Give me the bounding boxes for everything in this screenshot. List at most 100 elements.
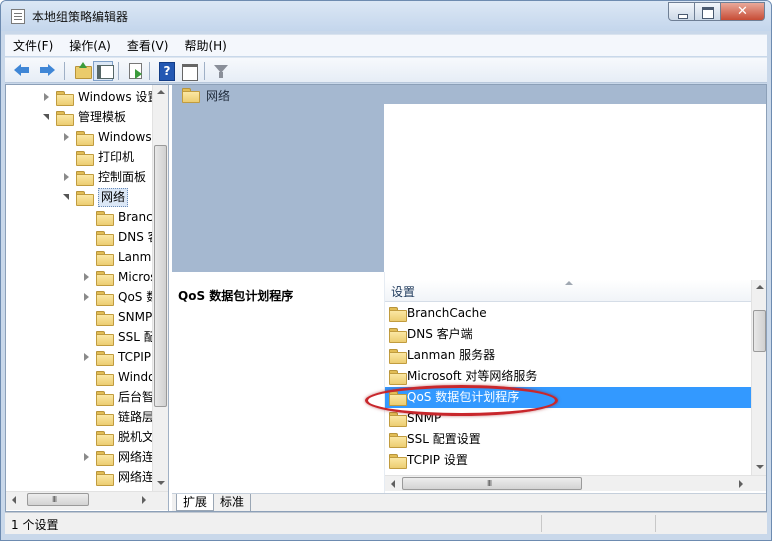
- tree-item[interactable]: Windows 即时连接: [82, 367, 168, 387]
- scroll-right-icon[interactable]: [136, 492, 152, 510]
- filter-icon[interactable]: [211, 61, 231, 81]
- tree-vertical-scrollbar[interactable]: [152, 85, 168, 491]
- minimize-button[interactable]: [668, 2, 695, 21]
- folder-icon: [56, 91, 74, 106]
- highlight-annotation: [365, 385, 558, 416]
- tree-item-label: 网络: [98, 188, 129, 207]
- tree-item[interactable]: BranchCache: [82, 207, 168, 227]
- collapsed-arrow-icon[interactable]: [62, 167, 72, 187]
- menu-view[interactable]: 查看(V): [119, 36, 177, 56]
- forward-arrow-icon[interactable]: [37, 61, 57, 81]
- tree-item[interactable]: Windows 设置: [42, 87, 159, 107]
- scroll-up-icon[interactable]: [153, 85, 168, 101]
- tree-item[interactable]: QoS 数据包计划程序: [82, 287, 168, 307]
- list-item[interactable]: TCPIP 设置: [385, 450, 751, 471]
- tree-item[interactable]: SNMP: [82, 307, 152, 327]
- tab-standard[interactable]: 标准: [214, 494, 252, 511]
- folder-icon: [389, 349, 407, 364]
- folder-icon: [76, 131, 94, 146]
- tree-item[interactable]: Windows 组件: [62, 127, 168, 147]
- maximize-button[interactable]: [695, 2, 721, 21]
- tree-item[interactable]: 控制面板: [62, 167, 152, 187]
- tree-item[interactable]: SSL 配置设置: [82, 327, 168, 347]
- folder-icon: [76, 191, 94, 206]
- menu-action[interactable]: 操作(A): [61, 36, 119, 56]
- export-list-icon[interactable]: [126, 61, 146, 81]
- list-horizontal-scrollbar[interactable]: III: [385, 475, 766, 491]
- scroll-grip: III: [487, 479, 492, 488]
- menu-file[interactable]: 文件(F): [5, 36, 61, 56]
- tree-item[interactable]: 后台智能传送服务: [82, 387, 168, 407]
- no-expander: [82, 207, 92, 227]
- description-band: [172, 104, 384, 272]
- list-item[interactable]: Microsoft 对等网络服务: [385, 366, 751, 387]
- collapsed-arrow-icon[interactable]: [82, 347, 92, 367]
- collapsed-arrow-icon[interactable]: [42, 87, 52, 107]
- help-icon[interactable]: [156, 61, 176, 81]
- tree-item[interactable]: DNS 客户端: [82, 227, 168, 247]
- folder-icon: [389, 412, 407, 427]
- no-expander: [82, 227, 92, 247]
- scroll-down-icon[interactable]: [752, 459, 766, 475]
- list-item[interactable]: DNS 客户端: [385, 324, 751, 345]
- folder-icon: [96, 471, 114, 486]
- no-expander: [82, 387, 92, 407]
- expanded-arrow-icon[interactable]: [62, 187, 72, 207]
- tree-item[interactable]: 链路层拓扑发现: [82, 407, 168, 427]
- back-arrow-icon[interactable]: [13, 61, 33, 81]
- scroll-thumb[interactable]: III: [402, 477, 582, 490]
- list-item[interactable]: BranchCache: [385, 303, 751, 324]
- list-item-label: BranchCache: [407, 306, 487, 320]
- tree-item[interactable]: 网络: [62, 187, 152, 207]
- folder-icon: [96, 311, 114, 326]
- tree-item[interactable]: 管理模板: [42, 107, 152, 127]
- tab-extended[interactable]: 扩展: [176, 494, 215, 511]
- scroll-left-icon[interactable]: [385, 476, 401, 491]
- scroll-down-icon[interactable]: [153, 475, 168, 491]
- collapsed-arrow-icon[interactable]: [82, 447, 92, 467]
- status-divider: [541, 515, 542, 532]
- list-vertical-scrollbar[interactable]: [751, 280, 766, 475]
- menu-bar: 文件(F) 操作(A) 查看(V) 帮助(H): [5, 34, 767, 56]
- folder-icon: [96, 251, 114, 266]
- tree-item[interactable]: TCPIP 设置: [82, 347, 168, 367]
- collapsed-arrow-icon[interactable]: [62, 127, 72, 147]
- tree-item[interactable]: 脱机文件: [82, 427, 166, 447]
- folder-icon: [96, 351, 114, 366]
- scroll-thumb[interactable]: [753, 310, 766, 352]
- collapsed-arrow-icon[interactable]: [82, 287, 92, 307]
- collapsed-arrow-icon[interactable]: [82, 267, 92, 287]
- folder-icon: [96, 431, 114, 446]
- status-bar: 1 个设置: [5, 512, 767, 534]
- folder-icon: [96, 331, 114, 346]
- properties-icon[interactable]: [179, 61, 199, 81]
- tree-item[interactable]: 打印机: [62, 147, 152, 167]
- list-item[interactable]: SSL 配置设置: [385, 429, 751, 450]
- tree-item[interactable]: Microsoft 对等网络服务: [82, 267, 168, 287]
- column-settings[interactable]: 设置: [391, 283, 415, 300]
- scroll-up-icon[interactable]: [752, 280, 766, 296]
- sort-chevron-icon: [565, 280, 575, 286]
- list-item[interactable]: Lanman 服务器: [385, 345, 751, 366]
- toolbar-separator: [149, 62, 150, 80]
- title-bar[interactable]: 本地组策略编辑器 ✕: [1, 1, 771, 31]
- up-one-level-icon[interactable]: [73, 61, 93, 81]
- tree-item[interactable]: 网络连接: [82, 447, 166, 467]
- tree-item[interactable]: Lanman 服务器: [82, 247, 168, 267]
- close-button[interactable]: ✕: [721, 2, 765, 21]
- tree-horizontal-scrollbar[interactable]: III: [6, 491, 168, 510]
- menu-help[interactable]: 帮助(H): [176, 36, 234, 56]
- policy-editor-icon: [11, 9, 25, 24]
- list-item-label: TCPIP 设置: [407, 453, 468, 467]
- show-hide-tree-icon[interactable]: [93, 61, 114, 81]
- scroll-left-icon[interactable]: [6, 492, 22, 510]
- folder-icon: [96, 211, 114, 226]
- expanded-arrow-icon[interactable]: [42, 107, 52, 127]
- scroll-right-icon[interactable]: [733, 476, 749, 491]
- no-expander: [82, 327, 92, 347]
- window-title: 本地组策略编辑器: [32, 10, 129, 24]
- tree-item[interactable]: 网络连接状态指示器: [82, 467, 168, 487]
- scroll-thumb[interactable]: [154, 145, 167, 407]
- scroll-thumb[interactable]: III: [27, 493, 89, 506]
- list-column-header[interactable]: 设置: [385, 280, 751, 302]
